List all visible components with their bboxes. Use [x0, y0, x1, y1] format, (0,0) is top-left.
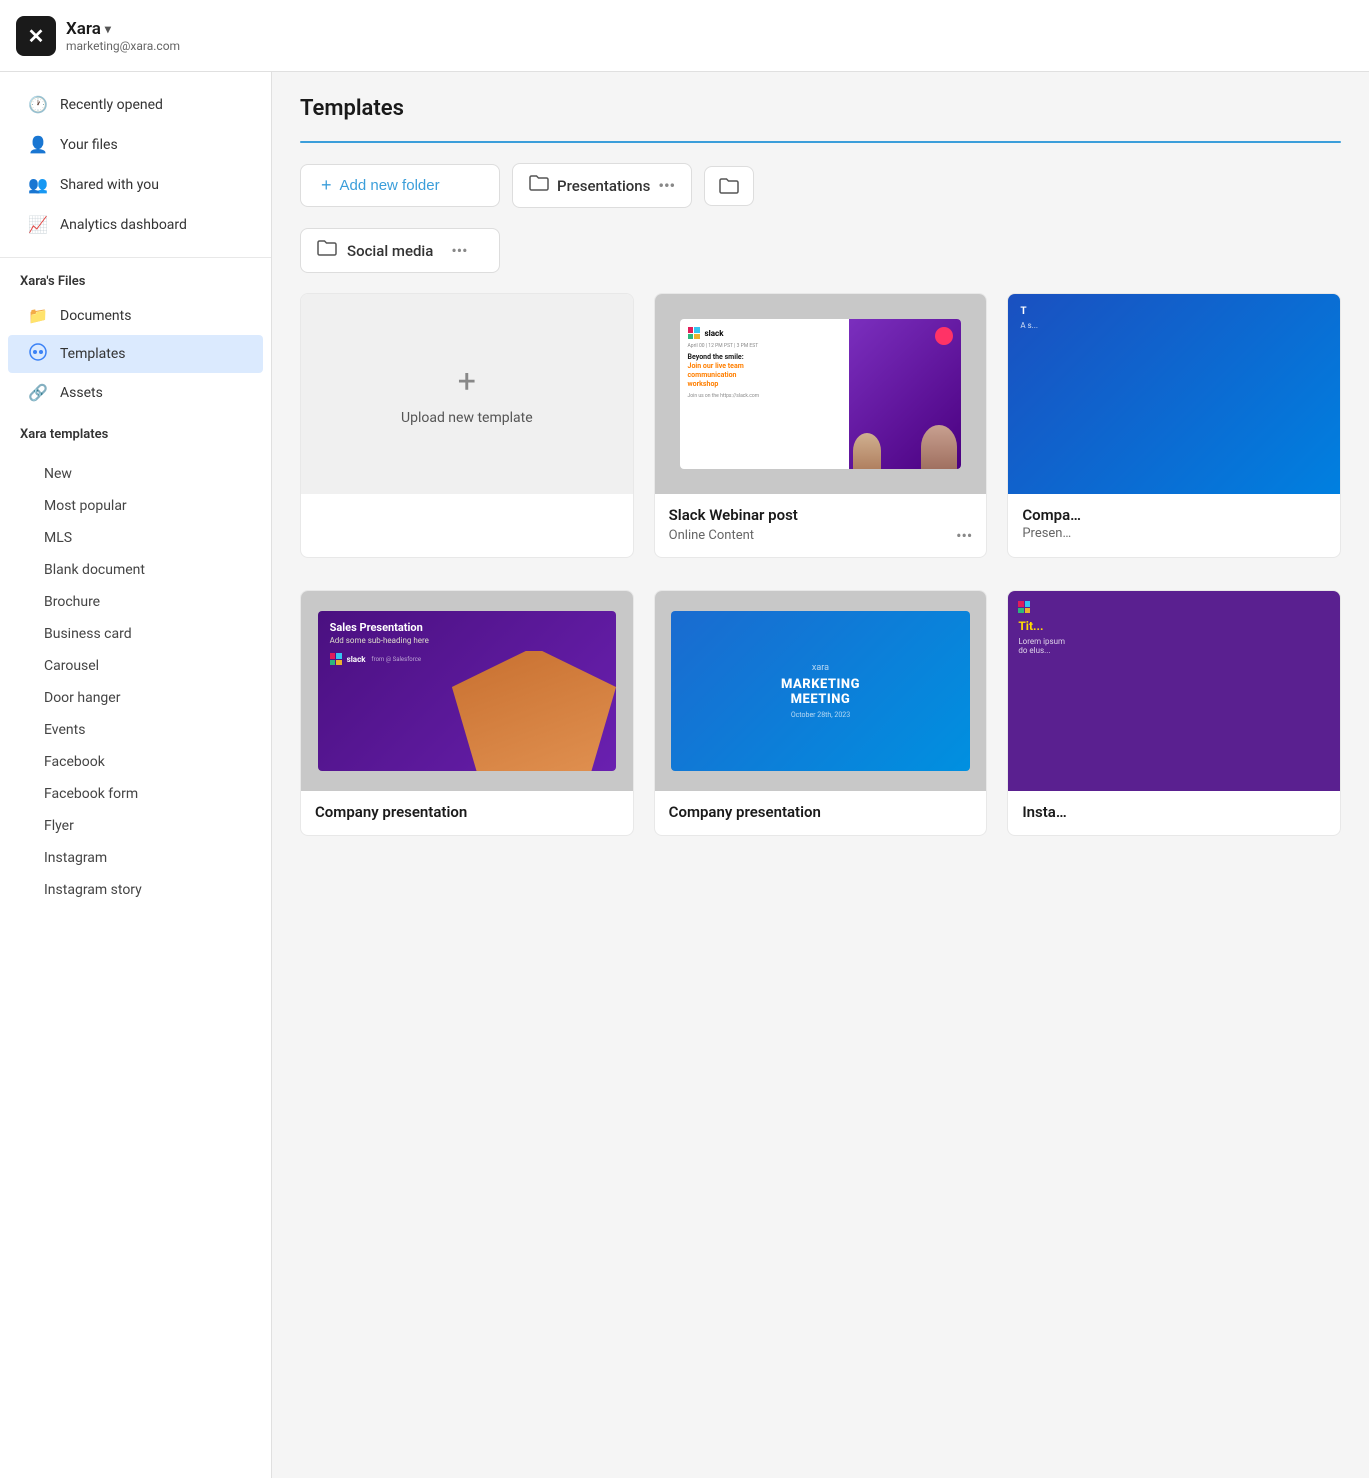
company-presentation-1-name: Company presentation	[315, 803, 619, 821]
folder-icon: 📁	[28, 306, 48, 325]
slack-webinar-thumb: slack April 00 | 12 PM PST | 3 PM EST Be…	[655, 294, 987, 494]
sidebar-template-new[interactable]: New	[8, 459, 263, 489]
folders-row: + Add new folder Presentations •••	[300, 163, 1341, 208]
upload-thumb: + Upload new template	[301, 294, 633, 494]
sidebar-item-assets[interactable]: 🔗 Assets	[8, 375, 263, 410]
sidebar-template-blank-document[interactable]: Blank document	[8, 555, 263, 585]
slack-webinar-info: Slack Webinar post Online Content •••	[655, 494, 987, 557]
slack-webinar-category: Online Content	[669, 528, 754, 543]
templates-icon	[28, 343, 48, 365]
upload-template-card[interactable]: + Upload new template	[300, 293, 634, 558]
sidebar-template-carousel[interactable]: Carousel	[8, 651, 263, 681]
sidebar-item-shared-with-you[interactable]: 👥 Shared with you	[8, 165, 263, 204]
xara-templates-section: Xara templates	[0, 411, 271, 458]
insta-partial-info: Insta…	[1008, 791, 1340, 835]
chevron-down-icon: ▾	[105, 22, 111, 36]
sidebar-item-documents[interactable]: 📁 Documents	[8, 298, 263, 333]
partial-thumb: T A s...	[1008, 294, 1340, 494]
social-media-folder[interactable]: Social media •••	[300, 228, 500, 273]
sidebar-item-templates[interactable]: Templates	[8, 335, 263, 373]
person-icon: 👤	[28, 135, 48, 154]
slack-webinar-card[interactable]: slack April 00 | 12 PM PST | 3 PM EST Be…	[654, 293, 988, 558]
sidebar-template-facebook[interactable]: Facebook	[8, 747, 263, 777]
files-section-title: Xara's Files	[20, 274, 251, 289]
sidebar: 🕐 Recently opened 👤 Your files 👥 Shared …	[0, 72, 272, 1478]
upload-label: Upload new template	[401, 410, 533, 426]
title-divider	[300, 141, 1341, 143]
sidebar-template-facebook-form[interactable]: Facebook form	[8, 779, 263, 809]
layout: 🕐 Recently opened 👤 Your files 👥 Shared …	[0, 72, 1369, 1478]
app-name: Xara ▾	[66, 19, 180, 39]
slack-webinar-more-button[interactable]: •••	[956, 526, 972, 545]
sidebar-template-brochure[interactable]: Brochure	[8, 587, 263, 617]
sidebar-template-most-popular[interactable]: Most popular	[8, 491, 263, 521]
folder-icon	[529, 174, 549, 197]
add-folder-button[interactable]: + Add new folder	[300, 164, 500, 207]
partial-card-1-info: Compa… Presen…	[1008, 494, 1340, 553]
sidebar-template-events[interactable]: Events	[8, 715, 263, 745]
social-media-folder-name: Social media	[347, 242, 433, 260]
xaras-files-section: Xara's Files	[0, 258, 271, 297]
insta-partial-name: Insta…	[1022, 803, 1326, 821]
analytics-icon: 📈	[28, 215, 48, 234]
sidebar-template-door-hanger[interactable]: Door hanger	[8, 683, 263, 713]
people-icon: 👥	[28, 175, 48, 194]
company-presentation-card-1[interactable]: Sales Presentation Add some sub-heading …	[300, 590, 634, 836]
slack-webinar-meta: Online Content •••	[669, 526, 973, 545]
company-presentation-1-info: Company presentation	[301, 791, 633, 835]
user-email: marketing@xara.com	[66, 39, 180, 53]
sidebar-template-instagram-story[interactable]: Instagram story	[8, 875, 263, 905]
logo-icon: ✕	[16, 16, 56, 56]
header: ✕ Xara ▾ marketing@xara.com	[0, 0, 1369, 72]
templates-section-title: Xara templates	[20, 427, 251, 442]
sidebar-template-flyer[interactable]: Flyer	[8, 811, 263, 841]
clock-icon: 🕐	[28, 95, 48, 114]
upload-plus-icon: +	[458, 362, 476, 400]
sidebar-template-business-card[interactable]: Business card	[8, 619, 263, 649]
logo-container[interactable]: ✕ Xara ▾ marketing@xara.com	[16, 16, 180, 56]
folder-more-button[interactable]: •••	[658, 176, 675, 195]
marketing-thumb: xara MARKETING MEETING October 28th, 202…	[655, 591, 987, 791]
page-title: Templates	[300, 96, 1341, 121]
sidebar-item-analytics-dashboard[interactable]: 📈 Analytics dashboard	[8, 205, 263, 244]
company-presentation-2-info: Company presentation	[655, 791, 987, 835]
slack-webinar-name: Slack Webinar post	[669, 506, 973, 524]
insta-thumb: Tit... Lorem ipsumdo elus...	[1008, 591, 1340, 791]
logo-text: Xara ▾ marketing@xara.com	[66, 19, 180, 53]
assets-icon: 🔗	[28, 383, 48, 402]
plus-icon: +	[321, 175, 332, 196]
sidebar-item-recently-opened[interactable]: 🕐 Recently opened	[8, 85, 263, 124]
partial-card-1[interactable]: T A s... Compa… Presen…	[1007, 293, 1341, 558]
folder-icon	[317, 239, 337, 262]
company-presentation-card-2[interactable]: xara MARKETING MEETING October 28th, 202…	[654, 590, 988, 836]
partial-card-1-category: Presen…	[1022, 526, 1071, 541]
sidebar-nav: 🕐 Recently opened 👤 Your files 👥 Shared …	[0, 72, 271, 258]
template-grid-row2: Sales Presentation Add some sub-heading …	[300, 590, 1341, 836]
social-media-more-button[interactable]: •••	[451, 241, 467, 260]
template-grid-row1: + Upload new template	[300, 293, 1341, 558]
presentations-folder[interactable]: Presentations •••	[512, 163, 692, 208]
sidebar-item-your-files[interactable]: 👤 Your files	[8, 125, 263, 164]
partial-card-1-meta: Presen…	[1022, 526, 1326, 541]
partial-card-1-name: Compa…	[1022, 506, 1326, 524]
insta-partial-card[interactable]: Tit... Lorem ipsumdo elus... Insta…	[1007, 590, 1341, 836]
sidebar-template-mls[interactable]: MLS	[8, 523, 263, 553]
main-content: Templates + Add new folder Presentations…	[272, 72, 1369, 1478]
folder-icon-card[interactable]	[704, 166, 754, 206]
sidebar-template-instagram[interactable]: Instagram	[8, 843, 263, 873]
sales-thumb: Sales Presentation Add some sub-heading …	[301, 591, 633, 791]
company-presentation-2-name: Company presentation	[669, 803, 973, 821]
